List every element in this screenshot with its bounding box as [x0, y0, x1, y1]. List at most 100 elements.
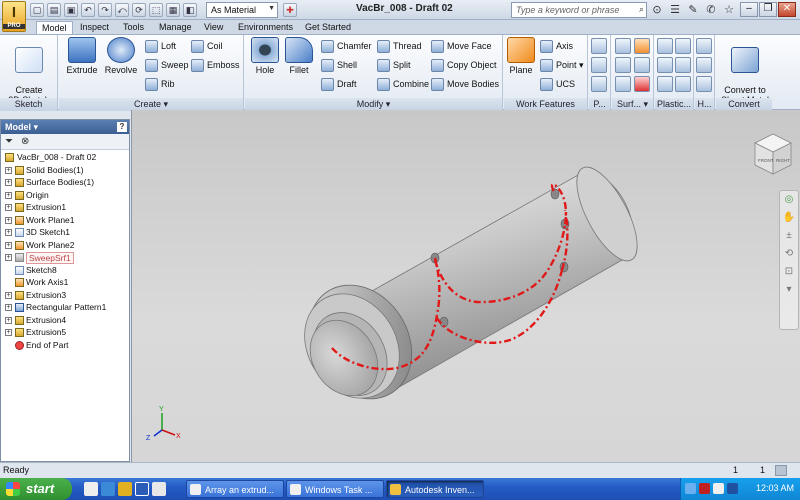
- tab-view[interactable]: View: [199, 21, 228, 34]
- extrude-button[interactable]: Extrude: [65, 37, 99, 75]
- convert-to-sheet-metal-button[interactable]: Convert to Sheet Metal: [719, 37, 771, 105]
- model-canvas[interactable]: Y X Z: [132, 110, 800, 462]
- expand-icon[interactable]: +: [5, 304, 12, 311]
- restore-button[interactable]: ❐: [759, 2, 777, 17]
- application-menu-button[interactable]: I PRO: [2, 1, 26, 32]
- axis-button[interactable]: Axis: [540, 38, 573, 54]
- tray-app-icon[interactable]: [727, 483, 738, 494]
- tree-node-work-axis1[interactable]: Work Axis1: [5, 276, 129, 289]
- expand-icon[interactable]: +: [5, 254, 12, 261]
- tree-node-extrusion1[interactable]: + Extrusion1: [5, 201, 129, 214]
- tree-node-extrusion3[interactable]: + Extrusion3: [5, 289, 129, 302]
- select-icon[interactable]: ⬚: [149, 3, 163, 17]
- pan-icon[interactable]: ✋: [780, 209, 798, 227]
- patch-icon[interactable]: [634, 57, 650, 73]
- thicken-icon[interactable]: [615, 38, 631, 54]
- color-swatch-icon[interactable]: ◧: [183, 3, 197, 17]
- tools-icon[interactable]: ✎: [686, 3, 700, 16]
- show-desktop-icon[interactable]: [84, 482, 98, 496]
- cable-icon[interactable]: [696, 57, 712, 73]
- tray-antivirus-icon[interactable]: [699, 483, 710, 494]
- expand-icon[interactable]: +: [5, 216, 12, 224]
- steering-wheel-icon[interactable]: ◎: [780, 191, 798, 209]
- stitch-icon[interactable]: [634, 38, 650, 54]
- expand-icon[interactable]: +: [5, 241, 12, 249]
- thread-button[interactable]: Thread: [377, 38, 422, 54]
- task-autodesk-inventor[interactable]: Autodesk Inven...: [386, 480, 484, 498]
- tray-network-icon[interactable]: [685, 483, 696, 494]
- subscription-icon[interactable]: ☰: [668, 3, 682, 16]
- combine-button[interactable]: Combine: [377, 76, 429, 92]
- favorites-star-icon[interactable]: ☆: [722, 3, 736, 16]
- expand-icon[interactable]: +: [5, 179, 12, 186]
- split-button[interactable]: Split: [377, 57, 411, 73]
- expand-icon[interactable]: +: [5, 166, 12, 174]
- project-icon[interactable]: ▦: [166, 3, 180, 17]
- search-icon[interactable]: ⌕: [639, 4, 644, 15]
- draft-button[interactable]: Draft: [321, 76, 357, 92]
- help-search-input[interactable]: Type a keyword or phrase ⌕: [511, 2, 647, 18]
- viewcube-right-label[interactable]: RIGHT: [776, 158, 790, 163]
- create-2d-sketch-button[interactable]: Create 2D Sketch: [4, 37, 54, 105]
- mirror-icon[interactable]: [591, 76, 607, 92]
- tree-node-root[interactable]: VacBr_008 - Draft 02: [5, 151, 129, 164]
- tab-environments[interactable]: Environments: [233, 21, 298, 34]
- expand-icon[interactable]: +: [5, 291, 12, 299]
- filter-icon[interactable]: ⏷: [5, 136, 13, 147]
- sculpt-icon[interactable]: [615, 57, 631, 73]
- viewcube[interactable]: FRONT RIGHT: [753, 132, 793, 178]
- tree-node-extrusion4[interactable]: + Extrusion4: [5, 314, 129, 327]
- move-bodies-button[interactable]: Move Bodies: [431, 76, 499, 92]
- task-browser-window[interactable]: Array an extrud...: [186, 480, 284, 498]
- tree-node-extrusion5[interactable]: + Extrusion5: [5, 326, 129, 339]
- tree-node-origin[interactable]: + Origin: [5, 189, 129, 202]
- explorer-icon[interactable]: [152, 482, 166, 496]
- tree-node-solid-bodies[interactable]: + Solid Bodies(1): [5, 164, 129, 177]
- word-icon[interactable]: [135, 482, 149, 496]
- part-model[interactable]: [286, 159, 650, 419]
- close-button[interactable]: ✕: [778, 2, 796, 17]
- rib-button[interactable]: Rib: [145, 76, 175, 92]
- tray-volume-icon[interactable]: [713, 483, 724, 494]
- harness-icon[interactable]: [696, 38, 712, 54]
- new-file-icon[interactable]: ▢: [30, 3, 44, 17]
- hole-button[interactable]: Hole: [249, 37, 281, 75]
- tab-inspect[interactable]: Inspect: [75, 21, 114, 34]
- expand-icon[interactable]: +: [5, 204, 12, 211]
- firefox-icon[interactable]: [118, 482, 132, 496]
- shell-button[interactable]: Shell: [321, 57, 357, 73]
- tab-get-started[interactable]: Get Started: [300, 21, 356, 34]
- viewcube-front-label[interactable]: FRONT: [758, 158, 774, 163]
- look-at-icon[interactable]: ⊡: [780, 263, 798, 281]
- browser-help-icon[interactable]: ?: [117, 122, 127, 132]
- resize-grip-icon[interactable]: [775, 465, 787, 476]
- tab-model[interactable]: Model: [36, 21, 73, 34]
- appearance-icon[interactable]: ✚: [283, 3, 297, 17]
- open-file-icon[interactable]: ▤: [47, 3, 61, 17]
- loft-button[interactable]: Loft: [145, 38, 176, 54]
- start-button[interactable]: start: [0, 478, 72, 500]
- find-binoculars-icon[interactable]: ⊗: [21, 136, 29, 147]
- browser-title-dropdown[interactable]: Model ▾: [5, 122, 38, 132]
- tree-node-surface-bodies[interactable]: + Surface Bodies(1): [5, 176, 129, 189]
- expand-icon[interactable]: +: [5, 229, 12, 236]
- return-icon[interactable]: ⤺: [115, 3, 129, 17]
- expand-icon[interactable]: +: [5, 191, 12, 199]
- revolve-button[interactable]: Revolve: [103, 37, 139, 75]
- tab-tools[interactable]: Tools: [118, 21, 149, 34]
- communication-center-icon[interactable]: ✆: [704, 3, 718, 16]
- orbit-icon[interactable]: ⟲: [780, 245, 798, 263]
- graphics-viewport[interactable]: Y X Z FRONT RIGHT ◎ ✋ ± ⟲ ⊡ ▾: [131, 110, 800, 462]
- tree-node-rectangular-pattern1[interactable]: + Rectangular Pattern1: [5, 301, 129, 314]
- tree-node-3d-sketch1[interactable]: +3D Sketch1: [5, 226, 129, 239]
- rest-icon[interactable]: [657, 57, 673, 73]
- save-icon[interactable]: ▣: [64, 3, 78, 17]
- ucs-button[interactable]: UCS: [540, 76, 575, 92]
- ie-icon[interactable]: [101, 482, 115, 496]
- redo-icon[interactable]: ↷: [98, 3, 112, 17]
- fillet-button[interactable]: Fillet: [283, 37, 315, 75]
- zoom-icon[interactable]: ±: [780, 227, 798, 245]
- copy-object-button[interactable]: Copy Object: [431, 57, 497, 73]
- emboss-button[interactable]: Emboss: [191, 57, 240, 73]
- tab-manage[interactable]: Manage: [154, 21, 197, 34]
